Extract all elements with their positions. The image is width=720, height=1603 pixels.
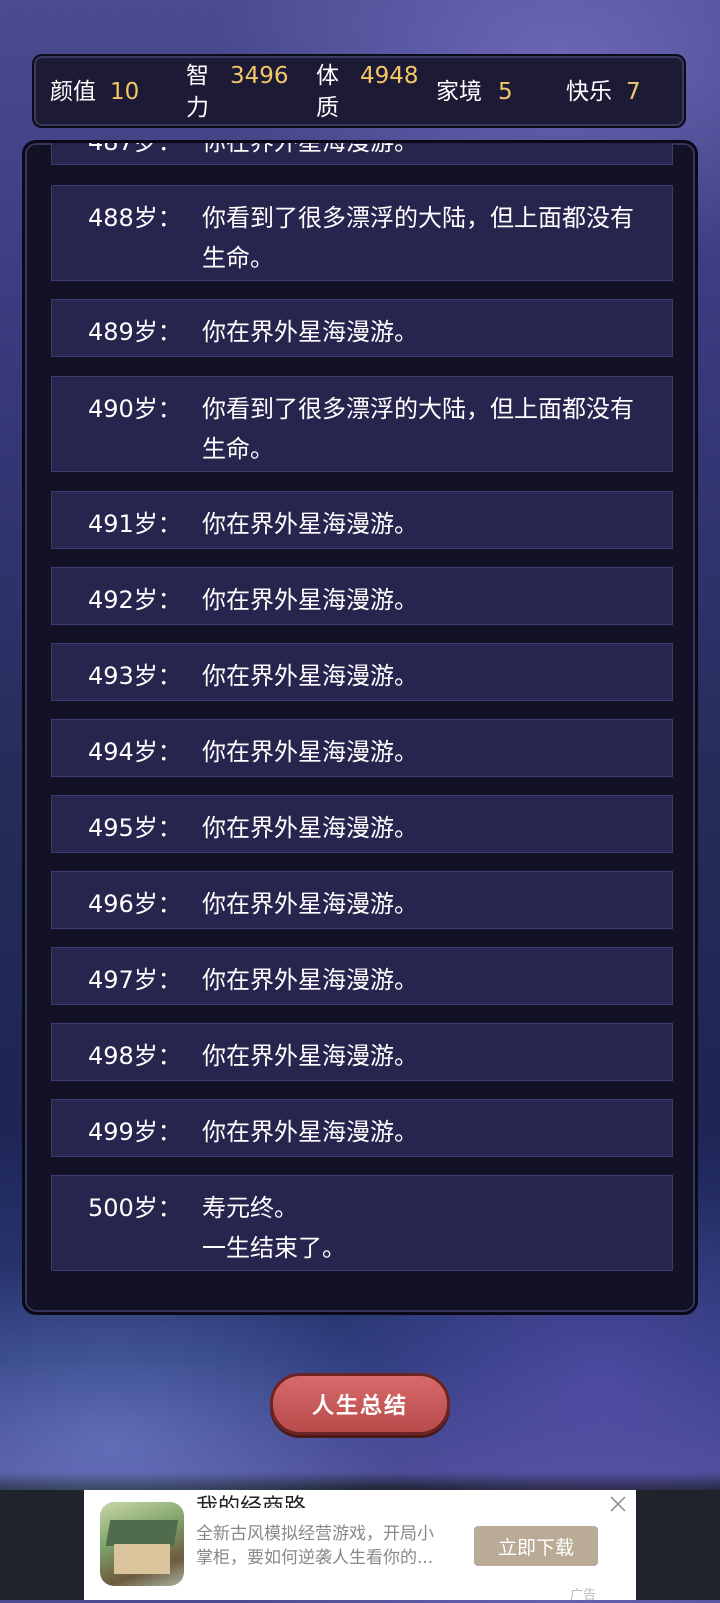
log-age: 492岁：: [88, 586, 182, 614]
log-age: 494岁：: [88, 738, 182, 766]
log-text: 你在界外星海漫游。: [202, 662, 418, 690]
log-text-line-2: 一生结束了。: [202, 1234, 346, 1262]
log-row: 488岁： 你看到了很多漂浮的大陆，但上面都没有生命。: [51, 185, 673, 281]
log-row: 494岁： 你在界外星海漫游。: [51, 719, 673, 777]
ad-title[interactable]: 我的经商路: [196, 1486, 306, 1508]
stat-intelligence: 智 力 3496: [186, 60, 289, 124]
close-icon[interactable]: [608, 1494, 628, 1514]
ad-banner: 我的经商路 全新古风模拟经营游戏，开局小 掌柜，要如何逆袭人生看你的... 立即…: [0, 1490, 720, 1603]
stat-physique: 体 质 4948: [316, 60, 419, 124]
stat-family-value: 5: [498, 79, 513, 105]
log-age: 496岁：: [88, 890, 182, 918]
ad-card[interactable]: 我的经商路 全新古风模拟经营游戏，开局小 掌柜，要如何逆袭人生看你的... 立即…: [84, 1490, 636, 1603]
log-row: 490岁： 你看到了很多漂浮的大陆，但上面都没有生命。: [51, 376, 673, 472]
stat-physique-label-1: 体: [316, 63, 339, 89]
ad-desc-line-2: 掌柜，要如何逆袭人生看你的...: [196, 1548, 434, 1568]
log-age: 500岁：: [88, 1194, 182, 1222]
life-log-panel[interactable]: 487岁： 你在界外星海漫游。 488岁： 你看到了很多漂浮的大陆，但上面都没有…: [22, 140, 698, 1315]
log-age: 499岁：: [88, 1118, 182, 1146]
log-row: 491岁： 你在界外星海漫游。: [51, 491, 673, 549]
ad-app-icon-roof: [105, 1520, 179, 1546]
log-text: 你在界外星海漫游。: [202, 510, 418, 538]
log-row: 497岁： 你在界外星海漫游。: [51, 947, 673, 1005]
stat-physique-label-2: 质: [316, 95, 339, 121]
log-text: 你在界外星海漫游。: [202, 966, 418, 994]
log-age: 489岁：: [88, 318, 182, 346]
log-text: 你看到了很多漂浮的大陆，但上面都没有生命。: [202, 395, 634, 463]
log-text: 你在界外星海漫游。: [202, 738, 418, 766]
life-summary-button[interactable]: 人生总结: [270, 1373, 450, 1435]
log-age: 498岁：: [88, 1042, 182, 1070]
log-row: 495岁： 你在界外星海漫游。: [51, 795, 673, 853]
stat-family-label: 家境: [436, 79, 482, 105]
stat-appearance: 颜值 10: [50, 76, 139, 108]
stat-happiness-value: 7: [626, 79, 641, 105]
log-age: 491岁：: [88, 510, 182, 538]
log-text: 寿元终。 一生结束了。: [202, 1188, 650, 1268]
stat-physique-value: 4948: [360, 63, 419, 89]
stat-intelligence-label-2: 力: [186, 95, 209, 121]
log-text: 你在界外星海漫游。: [202, 586, 418, 614]
log-age: 487岁：: [88, 140, 182, 156]
stat-appearance-value: 10: [110, 79, 140, 105]
log-age: 488岁：: [88, 204, 182, 232]
log-row: 489岁： 你在界外星海漫游。: [51, 299, 673, 357]
log-row: 499岁： 你在界外星海漫游。: [51, 1099, 673, 1157]
stat-intelligence-value: 3496: [230, 63, 289, 89]
ad-download-button[interactable]: 立即下载: [474, 1526, 598, 1566]
ad-app-icon[interactable]: [100, 1502, 184, 1586]
log-text: 你看到了很多漂浮的大陆，但上面都没有生命。: [202, 204, 634, 272]
log-row: 493岁： 你在界外星海漫游。: [51, 643, 673, 701]
log-age: 493岁：: [88, 662, 182, 690]
ad-description[interactable]: 全新古风模拟经营游戏，开局小 掌柜，要如何逆袭人生看你的...: [196, 1522, 452, 1570]
ad-title-text: 我的经商路: [196, 1495, 307, 1508]
log-text: 你在界外星海漫游。: [202, 890, 418, 918]
stat-happiness: 快乐 7: [566, 76, 641, 108]
log-text: 你在界外星海漫游。: [202, 1042, 418, 1070]
ad-app-icon-house: [114, 1544, 170, 1574]
log-row: 498岁： 你在界外星海漫游。: [51, 1023, 673, 1081]
stat-family: 家境 5: [436, 76, 513, 108]
log-age: 490岁：: [88, 395, 182, 423]
log-row: 487岁： 你在界外星海漫游。: [51, 140, 673, 165]
log-row: 492岁： 你在界外星海漫游。: [51, 567, 673, 625]
stat-happiness-label: 快乐: [566, 79, 612, 105]
log-text: 你在界外星海漫游。: [202, 318, 418, 346]
stat-appearance-label: 颜值: [50, 79, 96, 105]
stats-bar: 颜值 10 智 力 3496 体 质 4948 家境 5 快乐 7: [32, 54, 686, 128]
log-row: 496岁： 你在界外星海漫游。: [51, 871, 673, 929]
ad-label: 广告: [570, 1588, 597, 1603]
stat-intelligence-label-1: 智: [186, 63, 209, 89]
log-age: 497岁：: [88, 966, 182, 994]
log-text: 你在界外星海漫游。: [202, 140, 418, 156]
log-text: 你在界外星海漫游。: [202, 814, 418, 842]
log-row: 500岁： 寿元终。 一生结束了。: [51, 1175, 673, 1271]
log-age: 495岁：: [88, 814, 182, 842]
log-text-line-1: 寿元终。: [202, 1194, 298, 1222]
ad-desc-line-1: 全新古风模拟经营游戏，开局小: [196, 1524, 434, 1544]
log-text: 你在界外星海漫游。: [202, 1118, 418, 1146]
